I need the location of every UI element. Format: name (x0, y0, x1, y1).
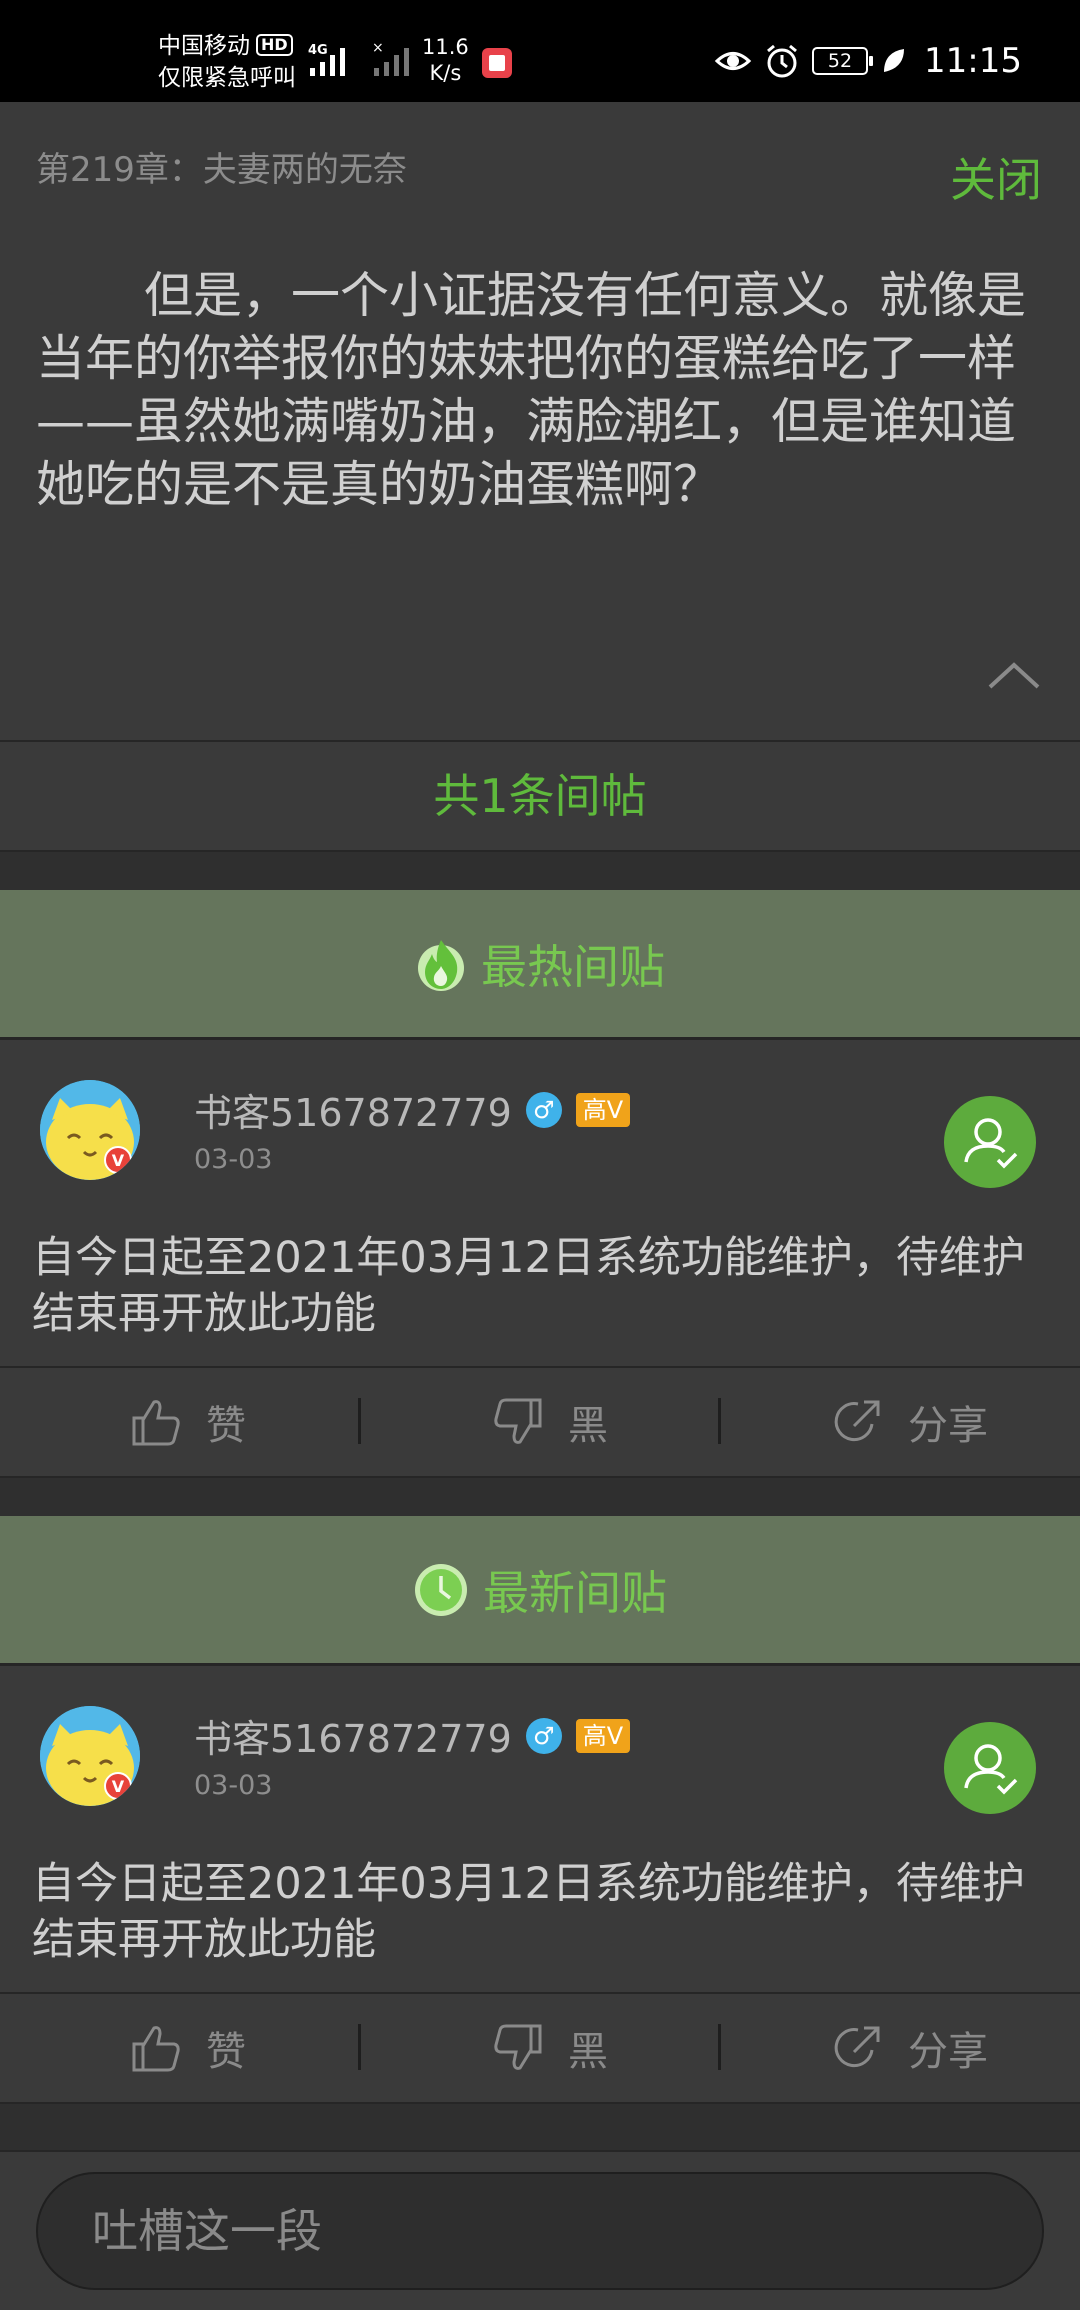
vip-badge: 高V (575, 1718, 631, 1753)
post-body: 自今日起至2021年03月12日系统功能维护，待维护结束再开放此功能 (32, 1859, 1025, 1965)
dislike-button[interactable]: 黑 (492, 1368, 608, 1476)
flame-icon (418, 939, 464, 991)
post-body: 自今日起至2021年03月12日系统功能维护，待维护结束再开放此功能 (32, 1233, 1025, 1339)
thumbs-down-icon (494, 1398, 542, 1444)
follow-button[interactable] (944, 1722, 1036, 1814)
signal-no-service-icon: × (372, 40, 409, 76)
chevron-up-icon[interactable] (984, 657, 1044, 693)
clock-icon (415, 1563, 467, 1616)
eye-icon (714, 52, 752, 70)
avatar[interactable]: V (40, 1080, 140, 1180)
like-button[interactable]: 赞 (130, 1368, 246, 1476)
app-notification-icon (482, 48, 512, 78)
latest-section-label: 最新间贴 (483, 1565, 667, 1620)
battery-icon: 52 (812, 47, 874, 75)
male-icon: ♂ (525, 1717, 562, 1754)
carrier-name: 中国移动 (158, 33, 250, 59)
avatar[interactable]: V (40, 1706, 140, 1806)
divider (0, 1478, 1080, 1516)
chapter-excerpt: 第219章：夫妻两的无奈 关闭 但是，一个小证据没有任何意义。就像是当年的你举报… (0, 102, 1080, 740)
clock: 11:15 (924, 41, 1022, 81)
username[interactable]: 书客5167872779 (194, 1082, 512, 1137)
user-check-icon (964, 1744, 1018, 1795)
comment-input[interactable]: 吐槽这一段 (36, 2172, 1044, 2290)
divider (0, 852, 1080, 890)
separator (718, 2024, 721, 2070)
hot-section-label: 最热间贴 (481, 939, 665, 994)
post-date: 03-03 (194, 1770, 273, 1801)
thumbs-down-icon (494, 2024, 542, 2070)
chapter-title: 第219章：夫妻两的无奈 (36, 150, 407, 190)
leaf-icon (884, 49, 905, 72)
post-date: 03-03 (194, 1144, 273, 1175)
network-speed: 11.6 K/s (422, 35, 469, 85)
hot-post-actions: 赞 黑 分享 (0, 1366, 1080, 1478)
latest-section-header: 最新间贴 (0, 1516, 1080, 1666)
share-button[interactable]: 分享 (832, 1994, 988, 2102)
separator (358, 2024, 361, 2070)
latest-post: V 书客5167872779 ♂ 高V 03-03 自今日起至2021年03月1… (0, 1666, 1080, 1992)
svg-text:×: × (372, 40, 384, 56)
divider (0, 2104, 1080, 2150)
share-button[interactable]: 分享 (832, 1368, 988, 1476)
hot-section-header: 最热间贴 (0, 890, 1080, 1040)
signal-4g-icon: 4G (308, 43, 345, 76)
svg-text:4G: 4G (308, 43, 328, 58)
like-button[interactable]: 赞 (130, 1994, 246, 2102)
hot-post: V 书客5167872779 ♂ 高V 03-03 自今日起至2021年03月1… (0, 1040, 1080, 1366)
username[interactable]: 书客5167872779 (194, 1708, 512, 1763)
chapter-paragraph: 但是，一个小证据没有任何意义。就像是当年的你举报你的妹妹把你的蛋糕给吃了一样——… (36, 267, 1027, 513)
vip-badge: 高V (575, 1092, 631, 1127)
follow-button[interactable] (944, 1096, 1036, 1188)
carrier-info: 中国移动 HD 仅限紧急呼叫 (158, 30, 296, 94)
status-bar: 中国移动 HD 仅限紧急呼叫 4G × 11.6 K/s 52 11:15 (0, 0, 1080, 102)
cat-avatar-icon: V (40, 1080, 140, 1180)
username-row: 书客5167872779 ♂ 高V (194, 1708, 631, 1763)
separator (358, 1398, 361, 1444)
share-icon (834, 2026, 880, 2068)
thumbs-up-icon (132, 1400, 180, 1446)
svg-text:V: V (112, 1151, 125, 1170)
comment-bar: 吐槽这一段 (0, 2150, 1080, 2310)
svg-text:V: V (112, 1777, 125, 1796)
separator (718, 1398, 721, 1444)
share-icon (834, 1400, 880, 1442)
user-check-icon (964, 1118, 1018, 1169)
alarm-icon (767, 44, 797, 78)
thumbs-up-icon (132, 2026, 180, 2072)
latest-post-actions: 赞 黑 分享 (0, 1992, 1080, 2104)
cat-avatar-icon: V (40, 1706, 140, 1806)
post-count: 共1条间帖 (0, 740, 1080, 852)
close-button[interactable]: 关闭 (950, 144, 1042, 210)
male-icon: ♂ (525, 1091, 562, 1128)
dislike-button[interactable]: 黑 (492, 1994, 608, 2102)
username-row: 书客5167872779 ♂ 高V (194, 1082, 631, 1137)
hd-badge: HD (256, 34, 293, 56)
emergency-text: 仅限紧急呼叫 (158, 65, 296, 91)
